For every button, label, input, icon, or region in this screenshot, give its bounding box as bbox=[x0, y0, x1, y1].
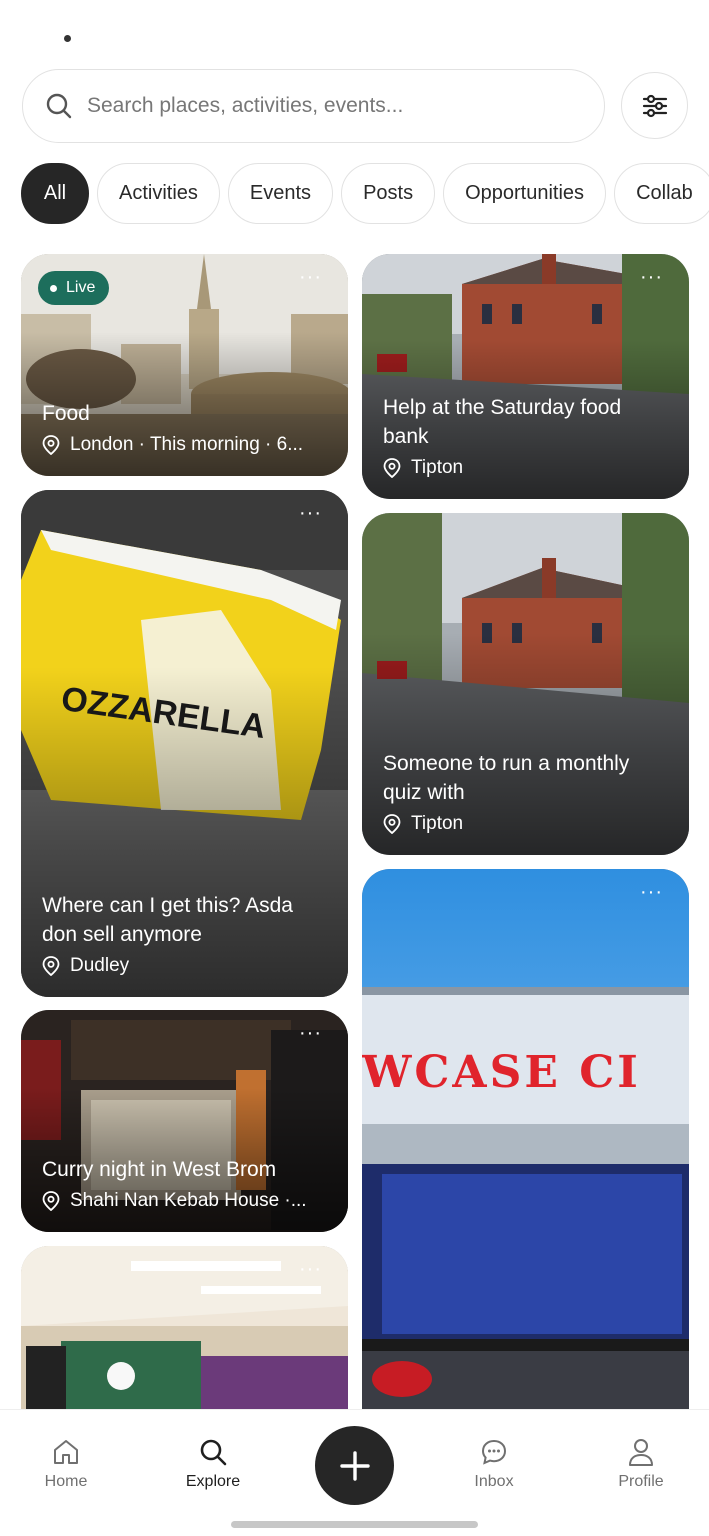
more-options-icon[interactable]: ··· bbox=[299, 1023, 322, 1043]
card-info: Someone to run a monthly quiz with Tipto… bbox=[383, 749, 671, 835]
nav-home[interactable]: Home bbox=[16, 1437, 116, 1491]
home-indicator bbox=[231, 1521, 478, 1528]
nav-profile[interactable]: Profile bbox=[591, 1437, 691, 1491]
chat-bubble-icon bbox=[481, 1439, 507, 1465]
nav-explore-label: Explore bbox=[185, 1473, 241, 1490]
card-location: Tipton bbox=[383, 457, 671, 479]
profile-icon bbox=[629, 1439, 653, 1466]
feed-card-quiz[interactable]: Someone to run a monthly quiz with Tipto… bbox=[362, 513, 689, 855]
bottom-navigation: Home Explore Inbox Profile bbox=[0, 1409, 709, 1536]
card-title: Where can I get this? Asda don sell anym… bbox=[42, 894, 293, 946]
feed-card-cinema[interactable]: ··· WCASE CI bbox=[362, 869, 689, 1469]
chip-collab[interactable]: Collab bbox=[614, 163, 709, 224]
card-location-text: Shahi Nan Kebab House ·... bbox=[70, 1190, 307, 1211]
more-options-icon[interactable]: ··· bbox=[299, 503, 322, 523]
card-location-text: London · This morning · 6... bbox=[70, 434, 304, 455]
chip-opportunities[interactable]: Opportunities bbox=[443, 163, 607, 224]
card-location-text: Dudley bbox=[70, 955, 130, 976]
card-image-cinema-building bbox=[362, 869, 689, 1469]
more-options-icon[interactable]: ··· bbox=[640, 267, 663, 287]
card-location-text: Tipton bbox=[411, 457, 464, 478]
location-pin-icon bbox=[42, 435, 60, 455]
filter-button[interactable] bbox=[621, 72, 688, 139]
card-location-text: Tipton bbox=[411, 813, 464, 834]
feed-card-curry-night[interactable]: ··· Curry night in West Brom Shahi Nan K… bbox=[21, 1010, 348, 1232]
sliders-icon bbox=[642, 94, 667, 117]
card-title: Someone to run a monthly quiz with bbox=[383, 752, 630, 804]
card-info: Food London · This morning · 6... bbox=[42, 399, 330, 456]
card-info: Help at the Saturday food bank Tipton bbox=[383, 393, 671, 479]
chip-all[interactable]: All bbox=[21, 163, 89, 224]
card-info: Curry night in West Brom Shahi Nan Kebab… bbox=[42, 1155, 330, 1212]
live-label: Live bbox=[66, 279, 96, 296]
feed-card-food-bank[interactable]: ··· Help at the Saturday food bank Tipto… bbox=[362, 254, 689, 499]
card-location: London · This morning · 6... bbox=[42, 434, 330, 456]
chip-events[interactable]: Events bbox=[227, 163, 334, 224]
create-button[interactable] bbox=[315, 1426, 394, 1505]
card-title: Curry night in West Brom bbox=[42, 1158, 277, 1181]
home-icon bbox=[54, 1440, 78, 1464]
more-options-icon[interactable]: ··· bbox=[299, 267, 322, 287]
location-pin-icon bbox=[42, 956, 60, 976]
cinema-sign-text: WCASE CI bbox=[362, 1047, 641, 1098]
nav-inbox[interactable]: Inbox bbox=[444, 1437, 544, 1491]
status-dot bbox=[64, 35, 71, 42]
location-pin-icon bbox=[383, 814, 401, 834]
search-input[interactable] bbox=[87, 94, 557, 118]
more-options-icon[interactable]: ··· bbox=[299, 1259, 322, 1279]
feed-card-food[interactable]: Live ··· Food London · This morning · 6.… bbox=[21, 254, 348, 476]
search-icon bbox=[46, 93, 72, 119]
nav-inbox-label: Inbox bbox=[474, 1473, 514, 1490]
category-chips: All Activities Events Posts Opportunities Col… bbox=[21, 163, 709, 225]
search-icon bbox=[200, 1439, 227, 1466]
plus-icon bbox=[339, 1450, 370, 1481]
location-pin-icon bbox=[383, 458, 401, 478]
card-location: Tipton bbox=[383, 813, 671, 835]
chip-posts[interactable]: Posts bbox=[341, 163, 436, 224]
feed-card-mozzarella[interactable]: OZZARELLA ··· Where can I get this? Asda… bbox=[21, 490, 348, 997]
card-title: Help at the Saturday food bank bbox=[383, 396, 622, 448]
live-dot bbox=[50, 284, 57, 292]
chip-activities[interactable]: Activities bbox=[97, 163, 220, 224]
live-badge: Live bbox=[38, 271, 110, 305]
card-info: Where can I get this? Asda don sell anym… bbox=[42, 891, 330, 977]
card-location: Dudley bbox=[42, 955, 330, 977]
search-bar[interactable] bbox=[22, 69, 605, 143]
card-location: Shahi Nan Kebab House ·... bbox=[42, 1190, 330, 1212]
nav-explore[interactable]: Explore bbox=[163, 1437, 263, 1491]
location-pin-icon bbox=[42, 1191, 60, 1211]
card-title: Food bbox=[42, 402, 90, 425]
nav-home-label: Home bbox=[44, 1473, 88, 1490]
nav-profile-label: Profile bbox=[618, 1473, 664, 1490]
more-options-icon[interactable]: ··· bbox=[640, 882, 663, 902]
